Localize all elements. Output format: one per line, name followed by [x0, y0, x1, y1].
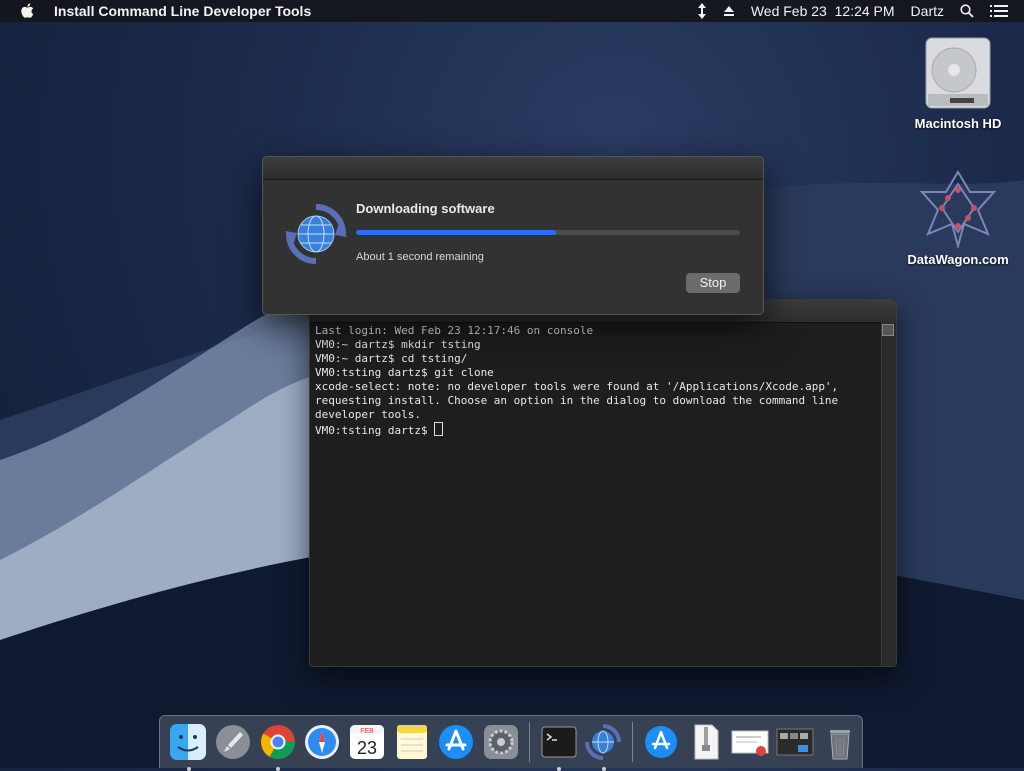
zip-file-icon[interactable] — [686, 722, 726, 762]
datawagon-logo-icon — [918, 168, 998, 250]
software-update-icon — [283, 201, 349, 267]
apple-icon[interactable] — [20, 3, 38, 19]
dock-separator — [631, 722, 633, 762]
terminal-line: VM0:tsting dartz$ git clone — [315, 366, 494, 379]
notes-icon[interactable] — [392, 722, 432, 762]
terminal-icon[interactable] — [539, 722, 579, 771]
calendar-day: 23 — [357, 738, 377, 758]
software-update-icon[interactable] — [584, 722, 624, 771]
terminal-line: xcode-select: note: no developer tools w… — [315, 380, 839, 393]
stop-button[interactable]: Stop — [686, 273, 740, 293]
download-status: About 1 second remaining — [356, 251, 484, 263]
desktop-icon-label: DataWagon.com — [907, 252, 1009, 267]
applications-folder-icon[interactable] — [641, 722, 681, 762]
split-arrows-icon[interactable] — [697, 3, 707, 19]
download-progress-bar — [356, 230, 740, 235]
download-progress-fill — [356, 230, 556, 235]
download-dialog: Downloading software About 1 second rema… — [262, 156, 764, 315]
dialog-title: Downloading software — [356, 201, 495, 216]
menubar-user[interactable]: Dartz — [911, 3, 944, 19]
trash-icon[interactable] — [820, 722, 860, 762]
menubar-clock[interactable]: Wed Feb 23 12:24 PM — [751, 3, 895, 19]
terminal-prompt: VM0:tsting dartz$ — [315, 424, 435, 437]
dock: FEB 23 — [159, 715, 863, 771]
eject-icon[interactable] — [723, 5, 735, 17]
hard-drive-icon — [918, 32, 998, 112]
calendar-month: FEB — [360, 728, 374, 735]
dialog-titlebar[interactable] — [263, 157, 763, 180]
app-store-icon[interactable] — [437, 722, 477, 762]
system-preferences-icon[interactable] — [481, 722, 521, 762]
terminal-line: VM0:~ dartz$ cd tsting/ — [315, 352, 468, 365]
dock-separator — [529, 722, 531, 762]
document-thumbnail-icon[interactable] — [731, 722, 771, 762]
terminal-scroll-button[interactable] — [882, 324, 894, 336]
desktop-icon-label: Macintosh HD — [914, 116, 1002, 131]
terminal-line: VM0:~ dartz$ mkdir tsting — [315, 338, 481, 351]
terminal-line: Last login: Wed Feb 23 12:17:46 on conso… — [315, 324, 594, 337]
screenshot-thumbnail-icon[interactable] — [775, 722, 815, 762]
menu-bar: Install Command Line Developer Tools Wed… — [0, 0, 1024, 22]
finder-icon[interactable] — [169, 722, 209, 771]
list-icon[interactable] — [990, 5, 1008, 17]
desktop-icon-macintosh-hd[interactable]: Macintosh HD — [903, 32, 1013, 131]
launchpad-icon[interactable] — [213, 722, 253, 762]
safari-icon[interactable] — [303, 722, 343, 762]
active-app-name[interactable]: Install Command Line Developer Tools — [54, 3, 311, 19]
calendar-icon[interactable]: FEB 23 — [347, 722, 387, 762]
terminal-window[interactable]: Last login: Wed Feb 23 12:17:46 on conso… — [309, 299, 897, 667]
terminal-cursor — [434, 422, 444, 436]
terminal-line: developer tools. — [315, 408, 421, 421]
terminal-output[interactable]: Last login: Wed Feb 23 12:17:46 on conso… — [315, 324, 880, 664]
desktop-icon-datawagon[interactable]: DataWagon.com — [903, 168, 1013, 267]
search-icon[interactable] — [960, 4, 974, 18]
terminal-prompt-line[interactable]: VM0:tsting dartz$ — [315, 422, 880, 437]
terminal-line: requesting install. Choose an option in … — [315, 394, 839, 407]
terminal-scrollbar[interactable] — [881, 322, 896, 666]
chrome-icon[interactable] — [258, 722, 298, 771]
